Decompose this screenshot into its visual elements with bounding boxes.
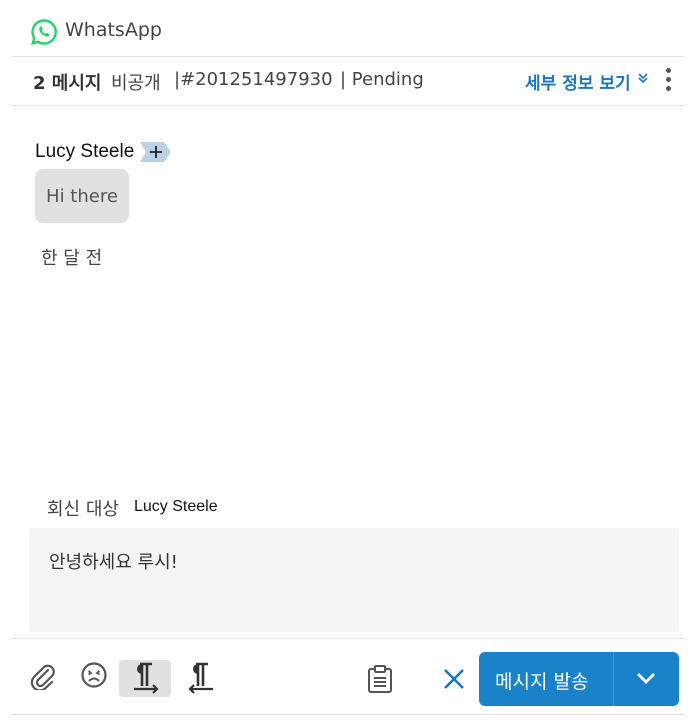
send-message-button[interactable]: 메시지 발송 xyxy=(479,652,679,706)
reply-to-label: 회신 대상 xyxy=(47,499,119,520)
ticket-meta-bar: 2 메시지 비공개 |#201251497930 | Pending 세부 정보… xyxy=(11,57,685,106)
visibility-label: 비공개 xyxy=(111,73,161,94)
sender-name: Lucy Steele xyxy=(35,141,135,162)
paperclip-icon[interactable] xyxy=(30,662,56,690)
rtl-paragraph-icon[interactable] xyxy=(186,662,218,694)
reply-draft-text[interactable]: 안녕하세요 루시! xyxy=(49,548,178,574)
emoji-icon[interactable] xyxy=(80,661,108,689)
close-icon[interactable] xyxy=(442,667,466,691)
template-icon[interactable] xyxy=(367,665,393,693)
toolbar-divider xyxy=(11,638,685,639)
ticket-id: |#201251497930 xyxy=(174,69,333,90)
message-bubble: Hi there xyxy=(35,169,129,223)
ltr-paragraph-icon[interactable] xyxy=(130,662,162,694)
add-contact-icon[interactable] xyxy=(140,141,172,163)
channel-header: WhatsApp xyxy=(11,0,685,57)
chevron-double-down-icon[interactable] xyxy=(637,72,649,88)
chevron-down-icon[interactable] xyxy=(634,670,658,688)
channel-name: WhatsApp xyxy=(65,19,162,41)
send-button-divider xyxy=(613,652,614,706)
message-count: 2 메시지 xyxy=(33,73,102,94)
reply-composer[interactable]: 안녕하세요 루시! xyxy=(29,528,679,632)
reply-recipient: Lucy Steele xyxy=(134,498,218,515)
message-text: Hi there xyxy=(46,185,118,207)
view-details-link[interactable]: 세부 정보 보기 xyxy=(525,69,631,94)
more-options-icon[interactable] xyxy=(664,68,672,94)
whatsapp-icon xyxy=(31,19,57,45)
footer-divider xyxy=(11,714,685,715)
send-button-label: 메시지 발송 xyxy=(495,671,589,693)
message-timestamp: 한 달 전 xyxy=(41,248,103,269)
ticket-status: | Pending xyxy=(340,69,424,90)
